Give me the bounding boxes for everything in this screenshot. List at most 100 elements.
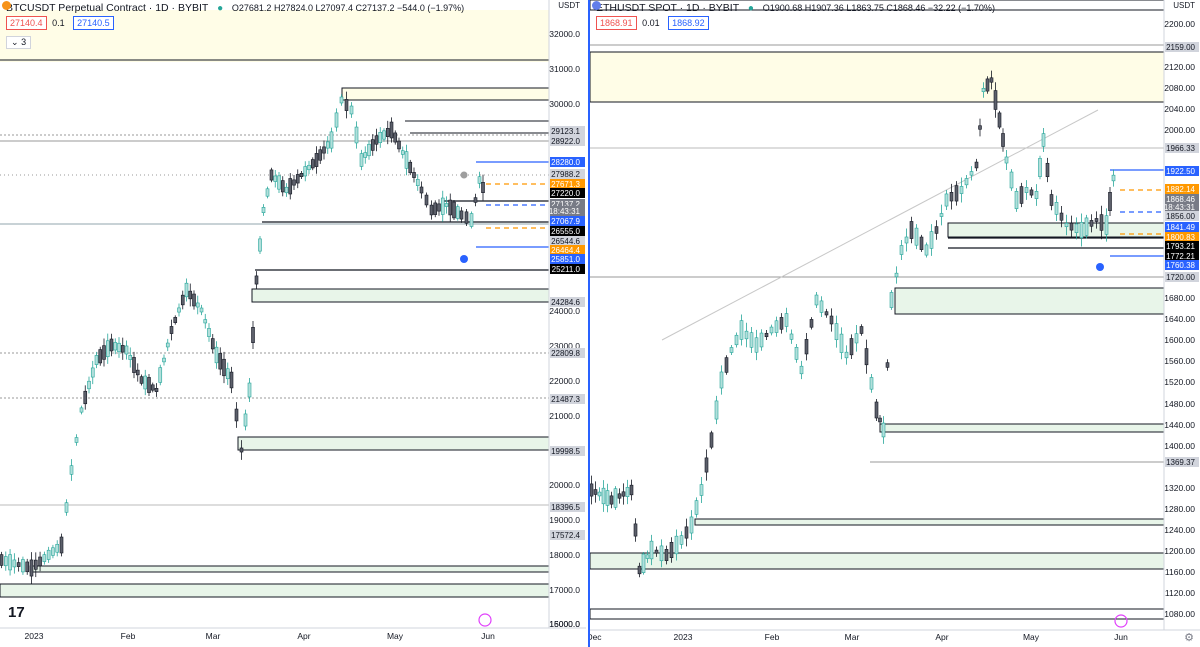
candle: [154, 388, 159, 392]
demand-zone-box: [29, 565, 550, 573]
bitcoin-currency-icon: [2, 1, 11, 10]
time-tick: Apr: [935, 632, 948, 642]
candle: [724, 357, 729, 373]
alarm-clock-icon: [1096, 263, 1104, 271]
demand-zone-box: [947, 222, 1165, 238]
candle: [729, 347, 734, 353]
candle: [16, 562, 21, 567]
candle: [641, 553, 646, 573]
price-label: 27671.3: [551, 180, 580, 189]
candle: [440, 197, 445, 215]
demand-zone-box: [590, 552, 1165, 570]
price-label: 1966.33: [1166, 144, 1195, 153]
price-tick: 1400.00: [1164, 441, 1195, 451]
time-tick: Feb: [121, 631, 136, 641]
candle: [1074, 223, 1079, 233]
candle: [214, 346, 219, 364]
candle: [29, 559, 34, 577]
candle: [102, 345, 106, 360]
price-label: 17572.4: [551, 531, 580, 540]
candle: [964, 178, 969, 186]
price-label: 2159.00: [1166, 43, 1195, 52]
candle: [408, 161, 413, 174]
price-label: 1772.21: [1166, 252, 1195, 261]
price-label: 28922.0: [551, 137, 580, 146]
candle: [254, 275, 259, 285]
candle: [1041, 133, 1046, 147]
candle: [481, 182, 485, 193]
candle: [878, 417, 882, 423]
candle: [734, 334, 739, 346]
price-label: 22809.8: [551, 349, 580, 358]
candle: [1049, 194, 1054, 206]
indicators-toggle[interactable]: ⌄ 3: [6, 36, 32, 49]
candle: [605, 490, 610, 506]
eth-symbol-title[interactable]: ETHUSDT SPOT · 1D · BYBIT: [596, 2, 739, 14]
price-label: 27067.9: [551, 217, 580, 226]
candle: [609, 495, 614, 505]
candle: [674, 535, 679, 555]
bottom-level-box: [590, 608, 1165, 620]
candle: [885, 362, 890, 368]
btc-symbol-title[interactable]: BTCUSDT Perpetual Contract · 1D · BYBIT: [6, 2, 208, 14]
buy-button[interactable]: 1868.92: [668, 16, 709, 30]
candle: [477, 176, 482, 184]
btc-chart-canvas[interactable]: 32000.031000.030000.024000.023000.022000…: [0, 0, 586, 647]
candle: [105, 340, 110, 358]
candle: [359, 153, 364, 167]
eth-chart-canvas[interactable]: 2200.00 2120.00 2080.00 2040.00 2000.00 1680.…: [590, 0, 1200, 647]
price-label: 1793.21: [1166, 242, 1195, 251]
price-tick: 2200.00: [1164, 19, 1195, 29]
candle: [959, 186, 964, 194]
price-tick: 2040.00: [1164, 104, 1195, 114]
candle: [1054, 202, 1059, 215]
candle: [824, 311, 829, 316]
price-tick: 1280.00: [1164, 504, 1195, 514]
candle: [645, 554, 650, 559]
time-tick: Jun: [1114, 632, 1128, 642]
price-label: 1882.14: [1166, 185, 1195, 194]
supply-zone-box: [590, 51, 1165, 103]
price-label: 26464.4: [551, 246, 580, 255]
indicators-count: 3: [21, 37, 27, 47]
sell-button[interactable]: 1868.91: [596, 16, 637, 30]
candle: [1064, 223, 1069, 227]
buy-button[interactable]: 27140.5: [73, 16, 114, 30]
candle: [1099, 214, 1104, 231]
settings-gear-icon[interactable]: ⚙: [1184, 631, 1194, 644]
candle: [601, 487, 606, 505]
candle: [1004, 156, 1009, 164]
candle: [593, 489, 598, 495]
candle: [714, 400, 719, 420]
candle: [459, 210, 464, 220]
time-tick: May: [387, 631, 404, 641]
candle: [128, 355, 133, 360]
price-tick: 2000.00: [1164, 125, 1195, 135]
candle: [74, 437, 79, 443]
candle: [869, 377, 874, 390]
price-label: 21487.3: [551, 395, 580, 404]
candle: [914, 227, 919, 246]
candle: [143, 375, 148, 390]
candle: [378, 132, 383, 143]
price-tick: 18000.0: [549, 550, 580, 560]
price-tick: 1080.00: [1164, 609, 1195, 619]
btc-chart-pane[interactable]: 32000.0 31000.0 30000.0 24000.0 23000.0 22000…: [0, 0, 586, 647]
candle: [779, 317, 784, 330]
tradingview-logo[interactable]: 17: [8, 604, 25, 621]
candle: [949, 192, 954, 202]
price-label: 26544.6: [551, 237, 580, 246]
candle: [1014, 191, 1019, 209]
price-label: 26555.0: [551, 227, 580, 236]
price-label: 1856.00: [1166, 212, 1195, 221]
price-label: 1841.49: [1166, 223, 1195, 232]
candle: [473, 197, 478, 203]
eth-chart-pane[interactable]: 2200.00 2120.00 2080.00 2040.00 2000.00 1680.…: [588, 0, 1200, 647]
candle: [12, 559, 17, 568]
order-qty[interactable]: 0.01: [642, 18, 660, 28]
order-qty[interactable]: 0.1: [52, 18, 65, 28]
sell-button[interactable]: 27140.4: [6, 16, 47, 30]
candle: [135, 369, 140, 376]
candle: [919, 236, 924, 250]
candle: [69, 465, 74, 475]
